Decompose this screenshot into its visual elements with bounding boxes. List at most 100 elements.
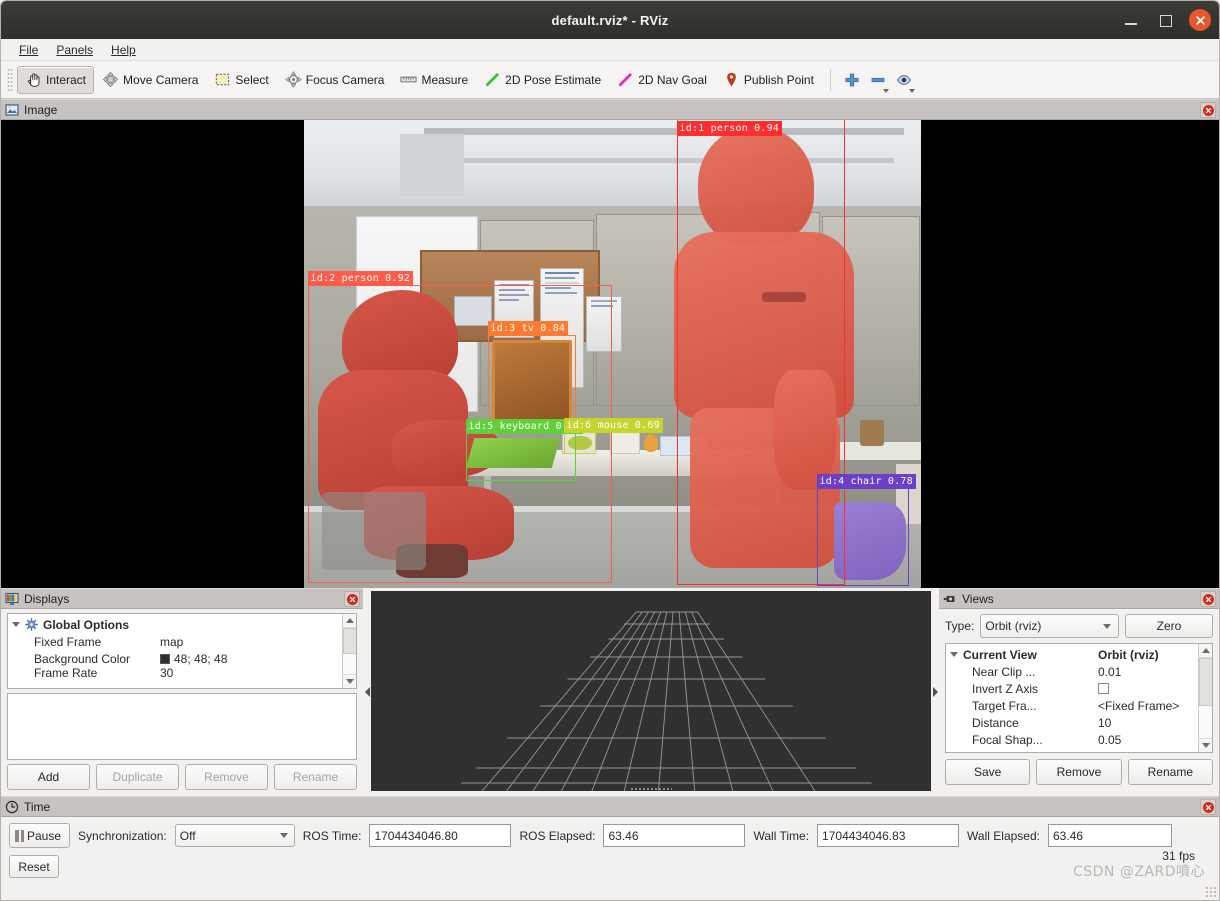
zero-button-label: Zero [1156,619,1182,633]
image-panel: Image id:1 person 0.94 id:2 person 0.92 … [1,99,1219,588]
window-resize-grip[interactable] [1205,886,1217,898]
visibility-button[interactable] [891,66,917,94]
display-value-background-color: 48; 48; 48 [174,651,228,666]
views-tree-rows: Current View Orbit (rviz) Near Clip ... … [946,644,1212,748]
duplicate-display-button[interactable]: Duplicate [96,764,179,790]
view-row-target-frame[interactable]: Target Fra... <Fixed Frame> [946,697,1212,714]
tool-move-camera[interactable]: Move Camera [94,66,206,94]
chevron-up-icon [345,618,354,623]
window-controls [1121,1,1211,39]
twisty-expanded-icon[interactable] [12,622,20,627]
menu-file[interactable]: File [11,41,46,59]
rename-view-button[interactable]: Rename [1127,759,1213,785]
view-row-invert-z-axis[interactable]: Invert Z Axis [946,680,1212,697]
add-display-button[interactable]: Add [7,764,90,790]
scrollbar-thumb[interactable] [342,628,356,654]
twisty-expanded-icon[interactable] [950,652,958,657]
views-tree[interactable]: Current View Orbit (rviz) Near Clip ... … [945,643,1213,753]
rename-button-label: Rename [292,770,339,784]
menu-panels[interactable]: Panels [48,41,101,59]
remove-display-button[interactable]: Remove [185,764,268,790]
rename-display-button[interactable]: Rename [274,764,357,790]
view-name-target-frame: Target Fra... [972,698,1037,713]
invert-z-axis-checkbox[interactable] [1098,683,1109,694]
tool-select[interactable]: Select [206,66,276,94]
camera-image-view[interactable]: id:1 person 0.94 id:2 person 0.92 id:3 t… [1,120,1219,588]
add-tool-button[interactable] [839,66,865,94]
map-pin-icon [727,72,736,87]
display-row-background-color[interactable]: Background Color 48; 48; 48 [8,650,356,667]
right-splitter[interactable] [931,588,939,796]
displays-tree-scrollbar[interactable] [342,614,356,688]
displays-panel: Displays Global Options Fixed Frame map … [1,588,363,796]
tool-select-label: Select [235,72,269,87]
displays-tree[interactable]: Global Options Fixed Frame map Backgroun… [7,613,357,689]
detection-label-tv: id:3 tv 0.84 [487,321,569,336]
scrollbar-thumb[interactable] [1198,658,1212,706]
scroll-down-button[interactable] [1198,738,1212,752]
views-panel-header: Views [939,588,1219,609]
view-type-select[interactable]: Orbit (rviz) [980,614,1119,638]
reset-button[interactable]: Reset [9,855,59,878]
save-view-button[interactable]: Save [945,759,1031,785]
maximize-button[interactable] [1155,10,1175,30]
pause-button[interactable]: Pause [9,823,71,848]
remove-tool-button[interactable] [865,66,891,94]
remove-view-button[interactable]: Remove [1036,759,1122,785]
time-panel-close-button[interactable] [1200,799,1216,815]
tool-interact[interactable]: Interact [17,65,95,94]
views-panel-close-button[interactable] [1200,591,1216,607]
view-row-focal-shape[interactable]: Focal Shap... 0.05 [946,731,1212,748]
scroll-up-button[interactable] [342,614,356,628]
scrollbar-track[interactable] [342,628,356,674]
tool-measure[interactable]: Measure [392,66,476,94]
display-row-global-options[interactable]: Global Options [8,616,356,633]
zero-button[interactable]: Zero [1125,614,1213,638]
detection-box-keyboard[interactable]: id:5 keyboard 0.74 [465,419,584,481]
wall-time-field[interactable]: 1704434046.83 [817,824,960,847]
view-type-row: Type: Orbit (rviz) Zero [945,614,1213,638]
menu-help-label: Help [111,42,136,57]
render-resize-grip[interactable] [630,787,672,791]
views-tree-scrollbar[interactable] [1198,644,1212,752]
views-panel: Views Type: Orbit (rviz) Zero Current Vi… [939,588,1219,796]
displays-panel-close-button[interactable] [344,591,360,607]
view-row-distance[interactable]: Distance 10 [946,714,1212,731]
ros-elapsed-field[interactable]: 63.46 [603,824,746,847]
tool-2d-pose-estimate[interactable]: 2D Pose Estimate [476,66,609,94]
display-row-fixed-frame[interactable]: Fixed Frame map [8,633,356,650]
display-value-fixed-frame: map [160,634,184,649]
tool-publish-point[interactable]: Publish Point [715,66,822,94]
collapse-left-icon[interactable] [364,687,370,697]
scrollbar-track[interactable] [1198,658,1212,738]
wall-elapsed-field[interactable]: 63.46 [1047,824,1172,847]
detection-label-person-1: id:1 person 0.94 [676,121,783,136]
ros-elapsed-label: ROS Elapsed: [519,828,596,843]
image-panel-close-button[interactable] [1200,102,1216,118]
tool-focus-camera[interactable]: Focus Camera [277,66,393,94]
left-splitter[interactable] [363,588,371,796]
remove-tool-caret-icon[interactable] [882,88,889,93]
detection-box-chair[interactable]: id:4 chair 0.78 [816,474,916,586]
ros-time-field[interactable]: 1704434046.80 [369,824,512,847]
toolbar-grip[interactable] [7,67,14,92]
detection-box-mouse[interactable]: id:6 mouse 0.69 [563,418,663,454]
detection-box-tv[interactable]: id:3 tv 0.84 [487,321,576,430]
3d-view[interactable] [371,591,931,791]
display-row-frame-rate[interactable]: Frame Rate 30 [8,667,356,679]
color-swatch [160,653,170,664]
visibility-caret-icon[interactable] [908,88,915,93]
scroll-down-button[interactable] [342,674,356,688]
save-button-label: Save [973,765,1002,779]
scroll-up-button[interactable] [1198,644,1212,658]
view-row-near-clip[interactable]: Near Clip ... 0.01 [946,663,1212,680]
synchronization-select[interactable]: Off [174,824,295,847]
view-row-current-view[interactable]: Current View Orbit (rviz) [946,646,1212,663]
menu-help[interactable]: Help [103,41,144,59]
collapse-right-icon[interactable] [932,687,938,697]
view-value-focal-shape: 0.05 [1098,732,1122,747]
minimize-button[interactable] [1121,10,1141,30]
view-name-invert-z-axis: Invert Z Axis [972,681,1039,696]
close-button[interactable] [1189,9,1211,31]
tool-2d-nav-goal[interactable]: 2D Nav Goal [609,66,715,94]
